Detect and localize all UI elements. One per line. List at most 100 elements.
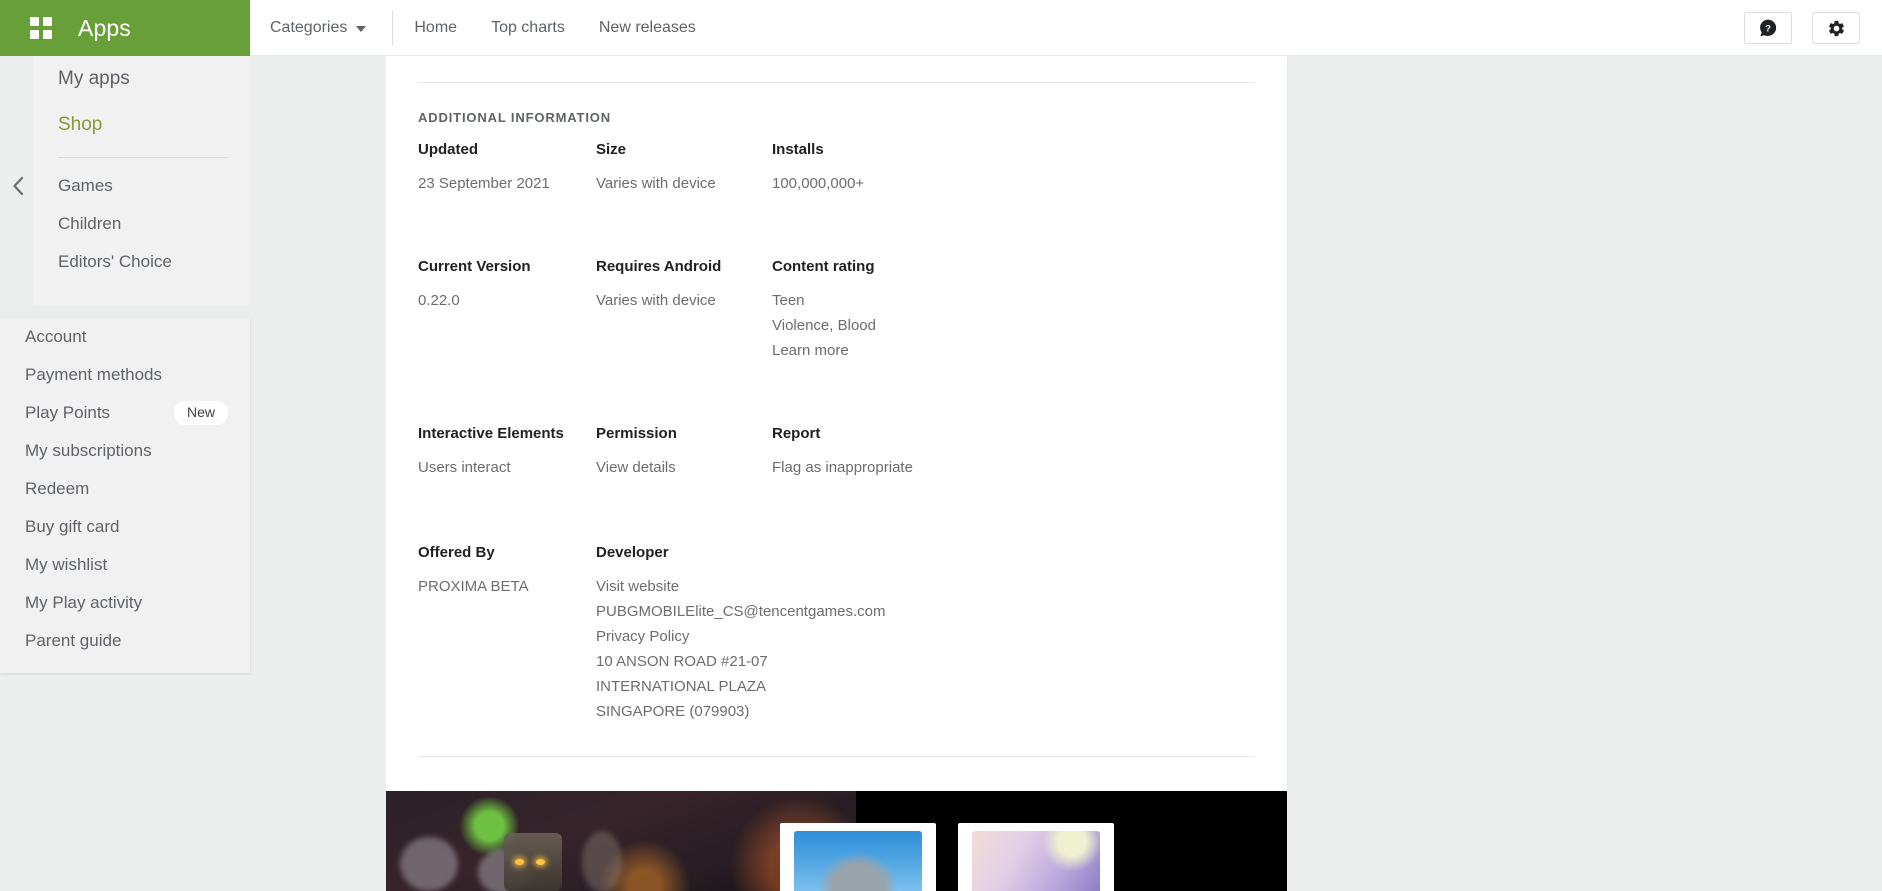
- promo-banner[interactable]: [386, 791, 1287, 891]
- nav-link-new-releases[interactable]: New releases: [582, 0, 713, 56]
- nav-categories-dropdown[interactable]: Categories: [250, 0, 388, 56]
- content-rating-learn-more-link[interactable]: Learn more: [772, 338, 1287, 363]
- sidebar-item-children[interactable]: Children: [33, 205, 250, 243]
- sidebar-item-account[interactable]: Account: [0, 318, 250, 356]
- status-badge-new: New: [173, 401, 228, 425]
- info-row-3: Interactive Elements Users interact Perm…: [418, 425, 1287, 480]
- info-label: Report: [772, 425, 821, 442]
- chevron-left-icon: [13, 176, 24, 196]
- info-cell-interactive-elements: Interactive Elements Users interact: [418, 425, 596, 480]
- info-cell-developer: Developer Visit website PUBGMOBILElite_C…: [596, 544, 886, 724]
- info-label: Installs: [772, 141, 824, 158]
- sidebar-item-label: Parent guide: [25, 631, 122, 650]
- sidebar-item-label: Buy gift card: [25, 517, 120, 536]
- svg-text:?: ?: [1765, 24, 1771, 35]
- developer-address-line-3: SINGAPORE (079903): [596, 703, 750, 720]
- flag-as-inappropriate-link[interactable]: Flag as inappropriate: [772, 455, 1287, 480]
- promo-thumbnail-icon: [794, 831, 922, 891]
- info-value: 0.22.0: [418, 292, 460, 309]
- sidebar-item-my-apps[interactable]: My apps: [33, 56, 250, 102]
- nav-link-top-charts[interactable]: Top charts: [474, 0, 582, 56]
- topbar-actions: ?: [1744, 0, 1860, 56]
- primary-nav: Categories Home Top charts New releases: [250, 0, 713, 56]
- apps-grid-icon: [30, 17, 52, 39]
- info-label: Size: [596, 141, 627, 158]
- sidebar-item-parent-guide[interactable]: Parent guide: [0, 622, 250, 660]
- sidebar-item-buy-gift-card[interactable]: Buy gift card: [0, 508, 250, 546]
- sidebar-item-my-wishlist[interactable]: My wishlist: [0, 546, 250, 584]
- brand-header[interactable]: Apps: [0, 0, 250, 56]
- permission-view-details-link[interactable]: View details: [596, 455, 772, 480]
- promo-card-helmet[interactable]: [780, 823, 936, 891]
- info-label: Permission: [596, 425, 677, 442]
- sidebar-primary-panel: My apps Shop Games Children Editors' Cho…: [33, 56, 250, 305]
- info-cell-size: Size Varies with device: [596, 141, 772, 196]
- info-label: Current Version: [418, 258, 531, 275]
- sidebar-item-label: Account: [25, 327, 87, 346]
- info-value: PROXIMA BETA: [418, 578, 529, 595]
- artwork-detail: [504, 833, 562, 891]
- artwork-detail: [400, 837, 458, 891]
- info-cell-requires-android: Requires Android Varies with device: [596, 258, 772, 363]
- developer-visit-website-link[interactable]: Visit website: [596, 574, 772, 599]
- info-row-2: Current Version 0.22.0 Requires Android …: [418, 258, 1287, 363]
- sidebar-item-games[interactable]: Games: [33, 167, 250, 205]
- info-value: Varies with device: [596, 175, 716, 192]
- info-cell-current-version: Current Version 0.22.0: [418, 258, 596, 363]
- info-label: Developer: [596, 544, 669, 561]
- promo-card-character[interactable]: [958, 823, 1114, 891]
- info-cell-permission: Permission View details: [596, 425, 772, 480]
- sidebar-item-redeem[interactable]: Redeem: [0, 470, 250, 508]
- sidebar-item-shop[interactable]: Shop: [33, 102, 250, 148]
- nav-categories-label: Categories: [270, 19, 348, 36]
- sidebar-item-label: Redeem: [25, 479, 90, 498]
- nav-link-home[interactable]: Home: [397, 0, 474, 56]
- info-cell-content-rating: Content rating Teen Violence, Blood Lear…: [772, 258, 1287, 363]
- info-label: Offered By: [418, 544, 495, 561]
- help-button[interactable]: ?: [1744, 12, 1792, 44]
- sidebar-item-label: Games: [58, 176, 113, 195]
- sidebar-item-label: Children: [58, 214, 122, 233]
- sidebar-item-label: My apps: [58, 68, 130, 89]
- sidebar-item-play-points[interactable]: Play Points New: [0, 394, 250, 432]
- promo-card-list: [780, 791, 1114, 891]
- gear-icon: [1828, 20, 1844, 36]
- developer-address-line-2: INTERNATIONAL PLAZA: [596, 678, 767, 695]
- info-row-1: Updated 23 September 2021 Size Varies wi…: [418, 141, 1287, 196]
- info-value: Violence, Blood: [772, 317, 876, 334]
- sidebar-item-label: Play Points: [25, 403, 111, 422]
- top-bar: Apps Categories Home Top charts New rele…: [0, 0, 1882, 56]
- artwork-detail: [515, 859, 524, 865]
- sidebar-item-label: My wishlist: [25, 555, 108, 574]
- sidebar-item-label: My subscriptions: [25, 441, 152, 460]
- sidebar-collapse-button[interactable]: [5, 173, 31, 199]
- settings-button[interactable]: [1812, 12, 1860, 44]
- info-label: Content rating: [772, 258, 875, 275]
- info-value: 23 September 2021: [418, 175, 550, 192]
- sidebar-item-label: Shop: [58, 114, 103, 135]
- info-value: Teen: [772, 292, 805, 309]
- sidebar-item-my-subscriptions[interactable]: My subscriptions: [0, 432, 250, 470]
- info-row-4: Offered By PROXIMA BETA Developer Visit …: [418, 544, 1287, 724]
- info-value: 100,000,000+: [772, 175, 865, 192]
- sidebar-item-editors-choice[interactable]: Editors' Choice: [33, 243, 250, 281]
- brand-title: Apps: [78, 14, 131, 41]
- developer-privacy-policy-link[interactable]: Privacy Policy: [596, 624, 772, 649]
- info-label: Interactive Elements: [418, 425, 564, 442]
- sidebar-item-label: Payment methods: [25, 365, 163, 384]
- app-details-card: ADDITIONAL INFORMATION Updated 23 Septem…: [386, 0, 1287, 791]
- nav-divider: [392, 11, 394, 45]
- section-divider-bottom: [418, 756, 1255, 757]
- info-cell-installs: Installs 100,000,000+: [772, 141, 1287, 196]
- promo-thumbnail-icon: [972, 831, 1100, 891]
- sidebar-item-label: Editors' Choice: [58, 252, 172, 271]
- sidebar-item-my-play-activity[interactable]: My Play activity: [0, 584, 250, 622]
- chevron-down-icon: [356, 26, 367, 32]
- additional-information-section: ADDITIONAL INFORMATION Updated 23 Septem…: [386, 110, 1287, 724]
- info-cell-report: Report Flag as inappropriate: [772, 425, 1287, 480]
- developer-email-link[interactable]: PUBGMOBILElite_CS@tencentgames.com: [596, 599, 886, 624]
- help-icon: ?: [1760, 19, 1777, 37]
- info-value: Users interact: [418, 459, 511, 476]
- info-label: Requires Android: [596, 258, 722, 275]
- sidebar-item-payment-methods[interactable]: Payment methods: [0, 356, 250, 394]
